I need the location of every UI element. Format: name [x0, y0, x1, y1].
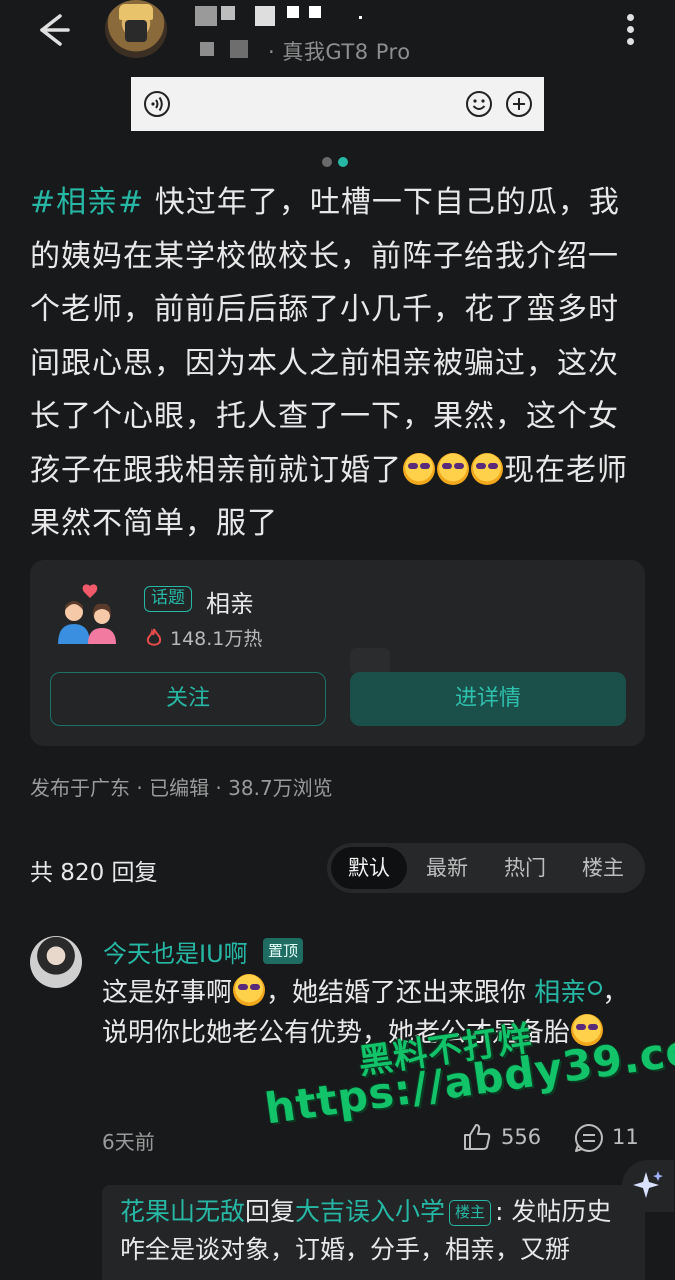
comment-bubble-icon[interactable]	[574, 1123, 604, 1153]
blurred-region	[350, 648, 390, 674]
author-subtitle-pixelated	[200, 38, 260, 60]
topic-heat: 148.1万热	[146, 624, 262, 651]
op-badge: 楼主	[449, 1200, 492, 1226]
sub-reply-text: 花果山无敌回复大吉误入小学 楼主: 发帖历史咋全是谈对象，订婚，分手，相亲，又掰	[120, 1193, 625, 1269]
device-label: · 真我GT8 Pro	[268, 40, 411, 64]
sparkle-icon	[633, 1171, 663, 1198]
comment-time: 6天前	[102, 1130, 155, 1154]
like-count: 556	[501, 1125, 542, 1149]
comment-text-a: 这是好事啊	[102, 978, 233, 1008]
couple-icon	[52, 582, 122, 648]
topic-card[interactable]: 话题 相亲 148.1万热 关注 进详情	[30, 560, 645, 746]
hashtag-link[interactable]: #相亲#	[30, 185, 144, 220]
topic-tag-badge: 话题	[144, 586, 192, 612]
follow-button[interactable]: 关注	[50, 672, 326, 726]
ai-assistant-button[interactable]	[622, 1160, 674, 1212]
post-meta: 发布于广东 · 已编辑 · 38.7万浏览	[30, 776, 333, 800]
view-details-button[interactable]: 进详情	[350, 672, 626, 726]
tab-default[interactable]: 默认	[331, 847, 407, 889]
emoji-icon	[403, 452, 435, 485]
sub-reply-verb: 回复	[245, 1197, 296, 1226]
back-arrow-icon[interactable]	[30, 10, 74, 50]
comment-count: 11	[612, 1125, 639, 1149]
emoji-icon	[233, 974, 266, 1006]
tab-hot[interactable]: 热门	[487, 847, 563, 889]
post-body: #相亲# 快过年了，吐槽一下自己的瓜，我的姨妈在某学校做校长，前阵子给我介绍一个…	[30, 176, 645, 551]
emoji-icon	[471, 452, 503, 485]
emoji-icon	[437, 452, 469, 485]
voice-input-bar[interactable]	[131, 77, 544, 131]
carousel-indicator	[322, 152, 356, 167]
sub-reply-author[interactable]: 花果山无敌	[120, 1197, 245, 1226]
reply-count: 共 820 回复	[30, 860, 158, 886]
topic-heat-text: 148.1万热	[170, 628, 263, 650]
post-text-1: 快过年了，吐槽一下自己的瓜，我的姨妈在某学校做校长，前阵子给我介绍一个老师，前前…	[30, 185, 620, 488]
sub-reply[interactable]: 花果山无敌回复大吉误入小学 楼主: 发帖历史咋全是谈对象，订婚，分手，相亲，又掰	[102, 1185, 645, 1280]
author-avatar[interactable]	[105, 0, 167, 58]
comment-author[interactable]: 今天也是IU啊	[103, 934, 248, 969]
tab-latest[interactable]: 最新	[409, 847, 485, 889]
fire-icon	[146, 628, 162, 648]
add-icon[interactable]	[505, 90, 533, 118]
topic-name: 相亲	[206, 590, 254, 618]
search-link[interactable]: 相亲	[534, 978, 586, 1008]
top-bar: · 真我GT8 Pro	[0, 0, 675, 70]
thumbs-up-icon[interactable]	[462, 1122, 492, 1152]
author-name-pixelated[interactable]	[195, 6, 365, 26]
pinned-badge: 置顶	[263, 938, 304, 964]
sort-tabs: 默认 最新 热门 楼主	[327, 843, 645, 893]
sub-reply-target[interactable]: 大吉误入小学	[295, 1197, 445, 1226]
tab-op[interactable]: 楼主	[565, 847, 641, 889]
search-icon	[588, 981, 603, 995]
emoji-icon[interactable]	[465, 90, 493, 118]
comment-text-b: ，她结婚了还出来跟你	[266, 978, 527, 1008]
avatar[interactable]	[30, 936, 82, 988]
voice-icon[interactable]	[143, 90, 171, 118]
more-options-icon[interactable]	[618, 12, 642, 46]
